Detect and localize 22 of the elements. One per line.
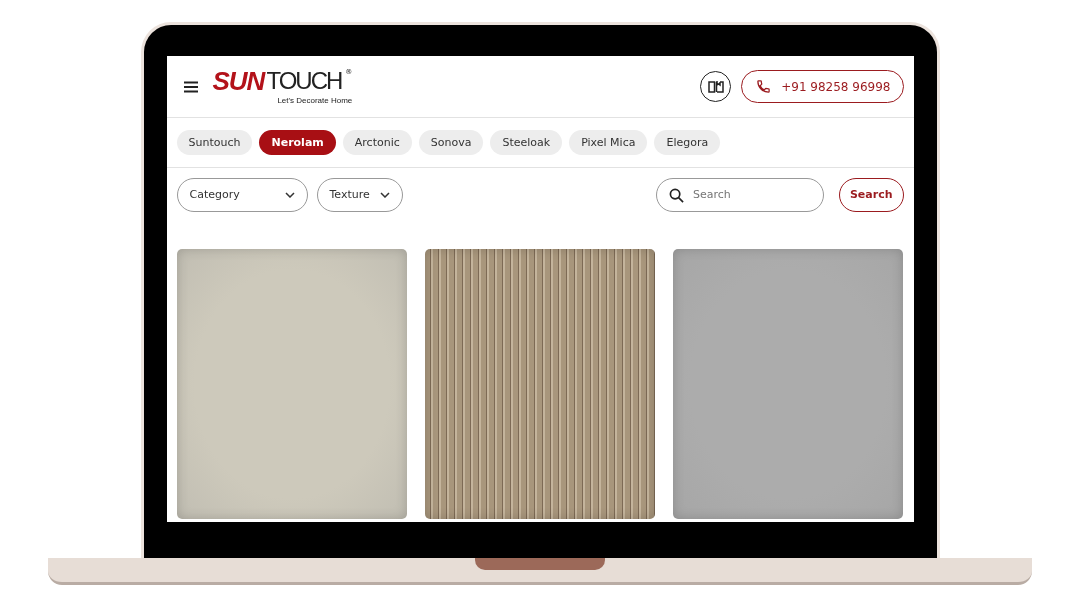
filter-dropdown[interactable]: Texture [316, 177, 403, 212]
search-field[interactable]: Search [655, 177, 824, 212]
menu-icon[interactable] [182, 80, 199, 93]
brand-tab[interactable]: Pixel Mica [569, 130, 648, 155]
phone-icon [756, 79, 772, 94]
filter-dropdown[interactable]: Category [176, 177, 308, 212]
chevron-down-icon [379, 191, 390, 198]
brand-tab[interactable]: Elegora [654, 130, 721, 155]
brand-tab[interactable]: Arctonic [342, 130, 412, 155]
brand-tab[interactable]: Sonova [418, 130, 484, 155]
brand-tab[interactable]: Nerolam [259, 130, 336, 155]
brand-tab[interactable]: Suntouch [176, 130, 253, 155]
search-button[interactable]: Search [838, 177, 904, 212]
laminate-swatch[interactable] [672, 249, 903, 519]
brand-tab[interactable]: Steeloak [490, 130, 563, 155]
logo-tagline: Let's Decorate Home [277, 96, 353, 106]
chevron-down-icon [284, 191, 295, 198]
logo-mark[interactable]: SUN [212, 67, 265, 94]
phone-button[interactable]: +91 98258 96998 [741, 70, 904, 103]
laminate-swatch[interactable] [176, 249, 407, 519]
logo-wordmark[interactable]: TOUCH [266, 67, 345, 95]
laminate-swatch[interactable] [424, 249, 655, 519]
